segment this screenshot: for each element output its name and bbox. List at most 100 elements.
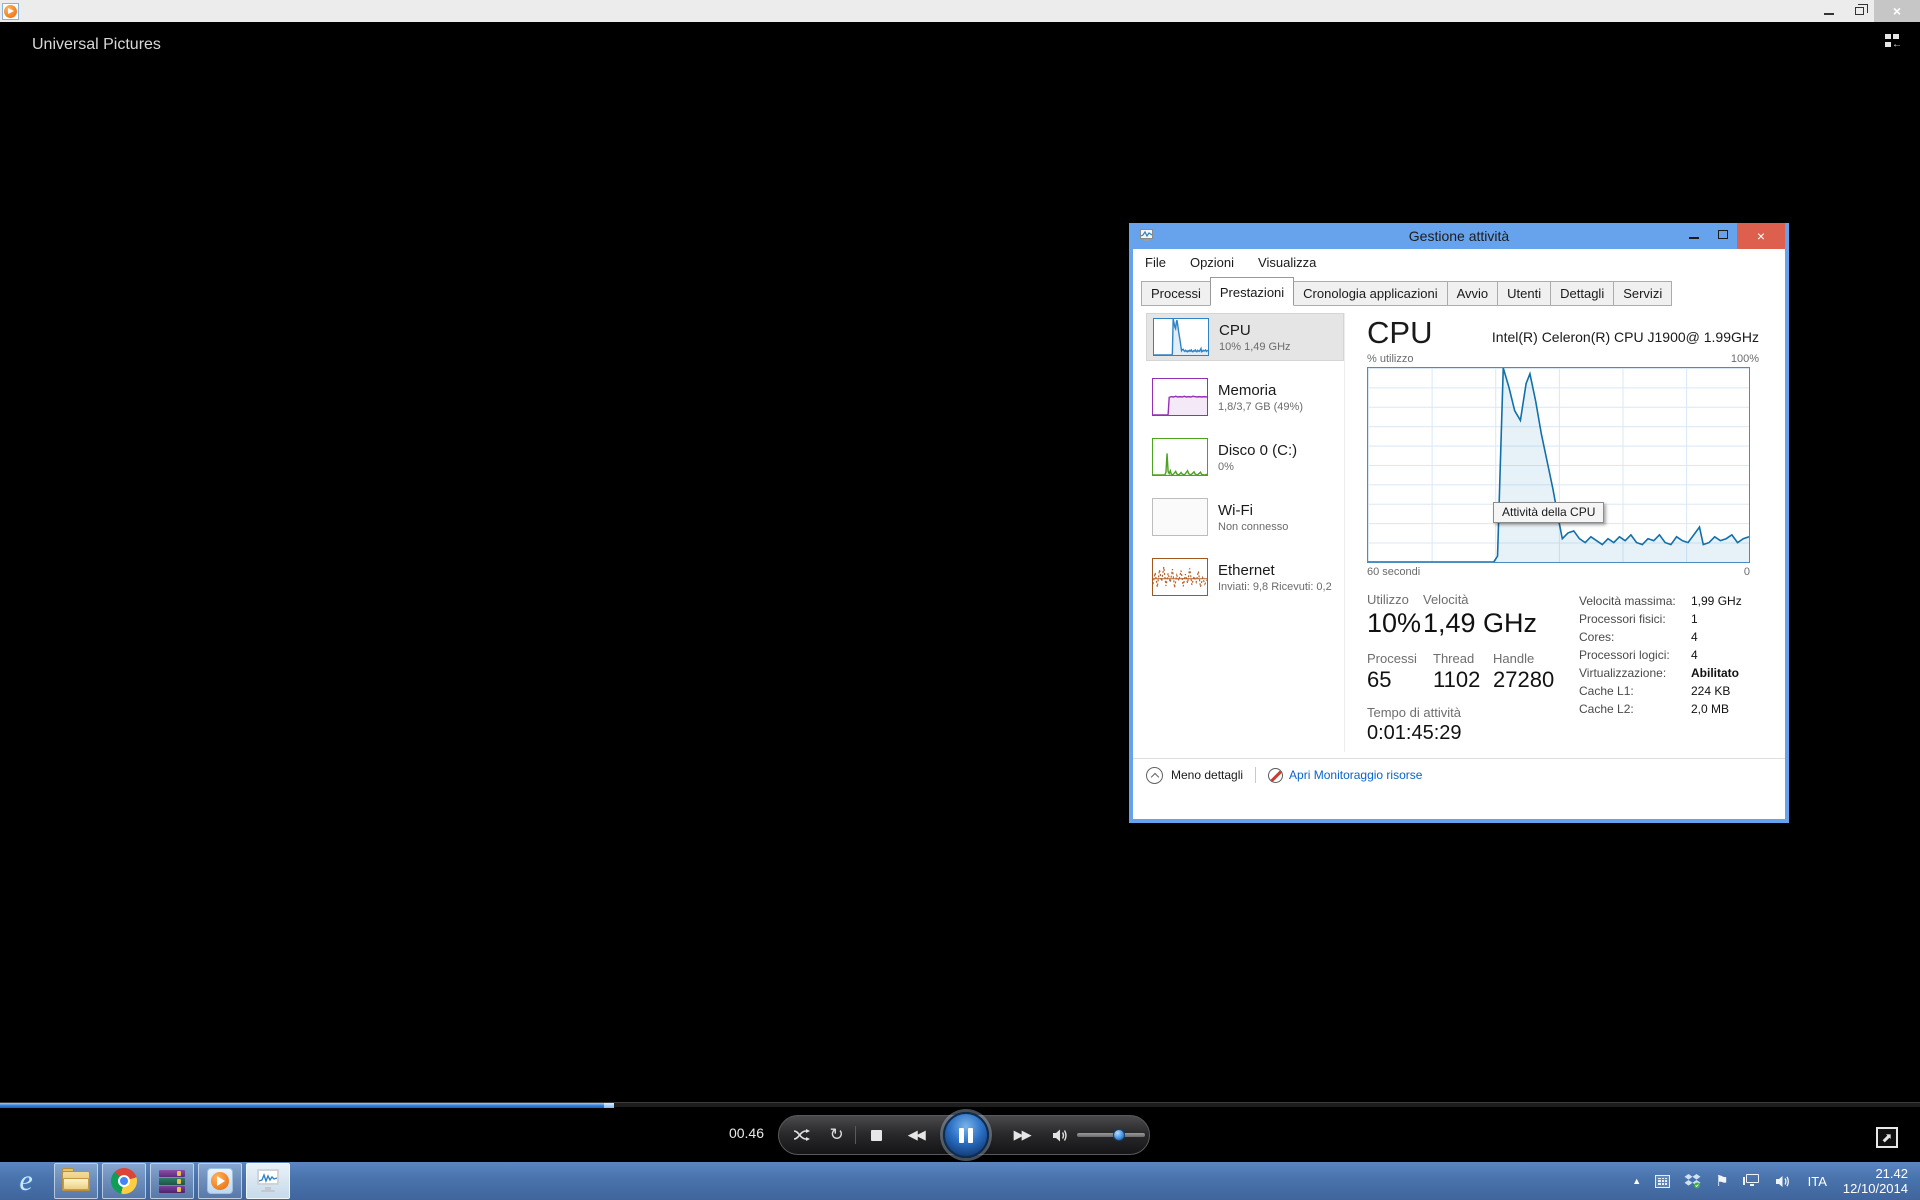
uptime-label: Tempo di attività [1367,705,1461,720]
controls-separator [855,1126,856,1144]
network-icon[interactable] [1743,1174,1761,1188]
graph-tooltip: Attività della CPU [1493,502,1604,523]
show-hidden-icons-button[interactable]: ▲ [1632,1176,1641,1186]
sidebar-item-label: Memoria [1218,382,1303,399]
utilizzo-label: Utilizzo [1367,592,1423,607]
menu-opzioni[interactable]: Opzioni [1190,255,1234,270]
dropbox-icon[interactable] [1684,1173,1701,1189]
handle-value: 27280 [1493,667,1554,693]
task-manager-icon [254,1169,282,1193]
tab-avvio[interactable]: Avvio [1447,281,1499,306]
taskbar-internet-explorer[interactable]: e [0,1162,52,1200]
close-button[interactable]: × [1737,223,1785,249]
taskbar-task-manager[interactable] [246,1163,290,1199]
tab-prestazioni[interactable]: Prestazioni [1210,277,1294,306]
stat-label: Processori fisici: [1579,610,1691,628]
seek-progress-tip [604,1103,614,1108]
stat-label: Cores: [1579,628,1691,646]
taskbar-winrar[interactable] [150,1163,194,1199]
performance-sidebar: CPU 10% 1,49 GHz Memoria 1,8/3,7 GB (49%… [1146,313,1345,752]
stat-value: 4 [1691,628,1698,646]
stat-label: Velocità massima: [1579,592,1691,610]
memoria-thumbnail-graph [1152,378,1208,416]
volume-knob[interactable] [1113,1129,1125,1141]
chevron-up-icon [1146,767,1163,784]
clock-time: 21.42 [1843,1166,1908,1181]
menu-file[interactable]: File [1145,255,1166,270]
stat-value: 224 KB [1691,682,1730,700]
wmp-app-icon [2,3,19,20]
tab-cronologia-applicazioni[interactable]: Cronologia applicazioni [1293,281,1447,306]
rewind-button[interactable]: ◀◀ [892,1115,940,1155]
tab-dettagli[interactable]: Dettagli [1550,281,1614,306]
playback-time: 00.46 [712,1125,764,1141]
sidebar-item-detail: Inviati: 9,8 Ricevuti: 0,2 [1218,581,1332,593]
stop-button[interactable] [860,1115,891,1155]
graph-unit-label: % utilizzo [1367,353,1413,365]
media-player-titlebar: × [0,0,1920,22]
sidebar-item-ethernet[interactable]: Ethernet Inviati: 9,8 Ricevuti: 0,2 [1146,553,1344,601]
sidebar-item-detail: 0% [1218,461,1297,473]
uptime-value: 0:01:45:29 [1367,722,1579,745]
pause-button[interactable] [943,1112,989,1158]
open-resource-monitor-link[interactable]: Apri Monitoraggio risorse [1289,768,1422,782]
chrome-icon [111,1168,137,1194]
repeat-button[interactable]: ↻ [822,1115,852,1155]
minimize-button[interactable] [1679,223,1708,245]
stat-value: 1,99 GHz [1691,592,1742,610]
seek-bar[interactable] [0,1102,1920,1107]
taskbar-file-explorer[interactable] [54,1163,98,1199]
velocita-value: 1,49 GHz [1423,608,1537,639]
switch-to-library-button[interactable]: ← [1880,30,1906,52]
touch-keyboard-icon[interactable] [1655,1175,1670,1188]
sidebar-item-cpu[interactable]: CPU 10% 1,49 GHz [1146,313,1344,361]
player-close-button[interactable]: × [1874,0,1920,22]
thread-label: Thread [1433,651,1493,666]
sidebar-item-detail: Non connesso [1218,521,1288,533]
shuffle-button[interactable] [785,1115,822,1155]
task-manager-titlebar[interactable]: Gestione attività × [1133,223,1785,249]
language-indicator[interactable]: ITA [1806,1174,1829,1189]
maximize-button[interactable] [1708,223,1737,245]
volume-slider[interactable] [1077,1115,1149,1155]
library-grid-icon: ← [1885,34,1901,48]
stat-value: 1 [1691,610,1698,628]
sidebar-item-detail: 1,8/3,7 GB (49%) [1218,401,1303,413]
less-details-button[interactable]: Meno dettagli [1171,768,1243,782]
stat-value: 4 [1691,646,1698,664]
exit-fullscreen-button[interactable]: ⬈ [1876,1127,1898,1148]
taskbar-media-player[interactable] [198,1163,242,1199]
ethernet-thumbnail-graph [1152,558,1208,596]
sidebar-item-detail: 10% 1,49 GHz [1219,341,1291,353]
sidebar-item-label: CPU [1219,322,1291,339]
taskbar-clock[interactable]: 21.42 12/10/2014 [1843,1166,1908,1196]
video-title-text: Universal Pictures [32,36,161,54]
resource-monitor-icon [1268,768,1283,783]
mute-button[interactable] [1046,1115,1077,1155]
graph-max-label: 100% [1731,353,1759,365]
action-center-flag-icon[interactable]: ⚑ [1715,1172,1728,1190]
tab-utenti[interactable]: Utenti [1497,281,1551,306]
stop-icon [871,1130,882,1141]
sidebar-item-memoria[interactable]: Memoria 1,8/3,7 GB (49%) [1146,373,1344,421]
tab-servizi[interactable]: Servizi [1613,281,1672,306]
sidebar-item-label: Ethernet [1218,562,1332,579]
clock-date: 12/10/2014 [1843,1181,1908,1196]
tab-strip: Processi Prestazioni Cronologia applicaz… [1133,275,1785,306]
taskbar-chrome[interactable] [102,1163,146,1199]
fast-forward-button[interactable]: ▶▶ [998,1115,1046,1155]
volume-tray-icon[interactable] [1775,1174,1792,1189]
task-manager-window: Gestione attività × File Opzioni Visuali… [1129,223,1789,823]
cpu-model-text: Intel(R) Celeron(R) CPU J1900@ 1.99GHz [1492,329,1759,351]
graph-timespan-label: 60 secondi [1367,566,1420,578]
processi-label: Processi [1367,651,1433,666]
statusbar-separator [1255,767,1256,783]
player-restore-button[interactable] [1844,0,1874,22]
menu-visualizza[interactable]: Visualizza [1258,255,1316,270]
cpu-usage-graph[interactable]: Attività della CPU [1367,367,1750,563]
sidebar-item-disco[interactable]: Disco 0 (C:) 0% [1146,433,1344,481]
tab-processi[interactable]: Processi [1141,281,1211,306]
disco-thumbnail-graph [1152,438,1208,476]
player-minimize-button[interactable] [1814,0,1844,22]
sidebar-item-wifi[interactable]: Wi-Fi Non connesso [1146,493,1344,541]
